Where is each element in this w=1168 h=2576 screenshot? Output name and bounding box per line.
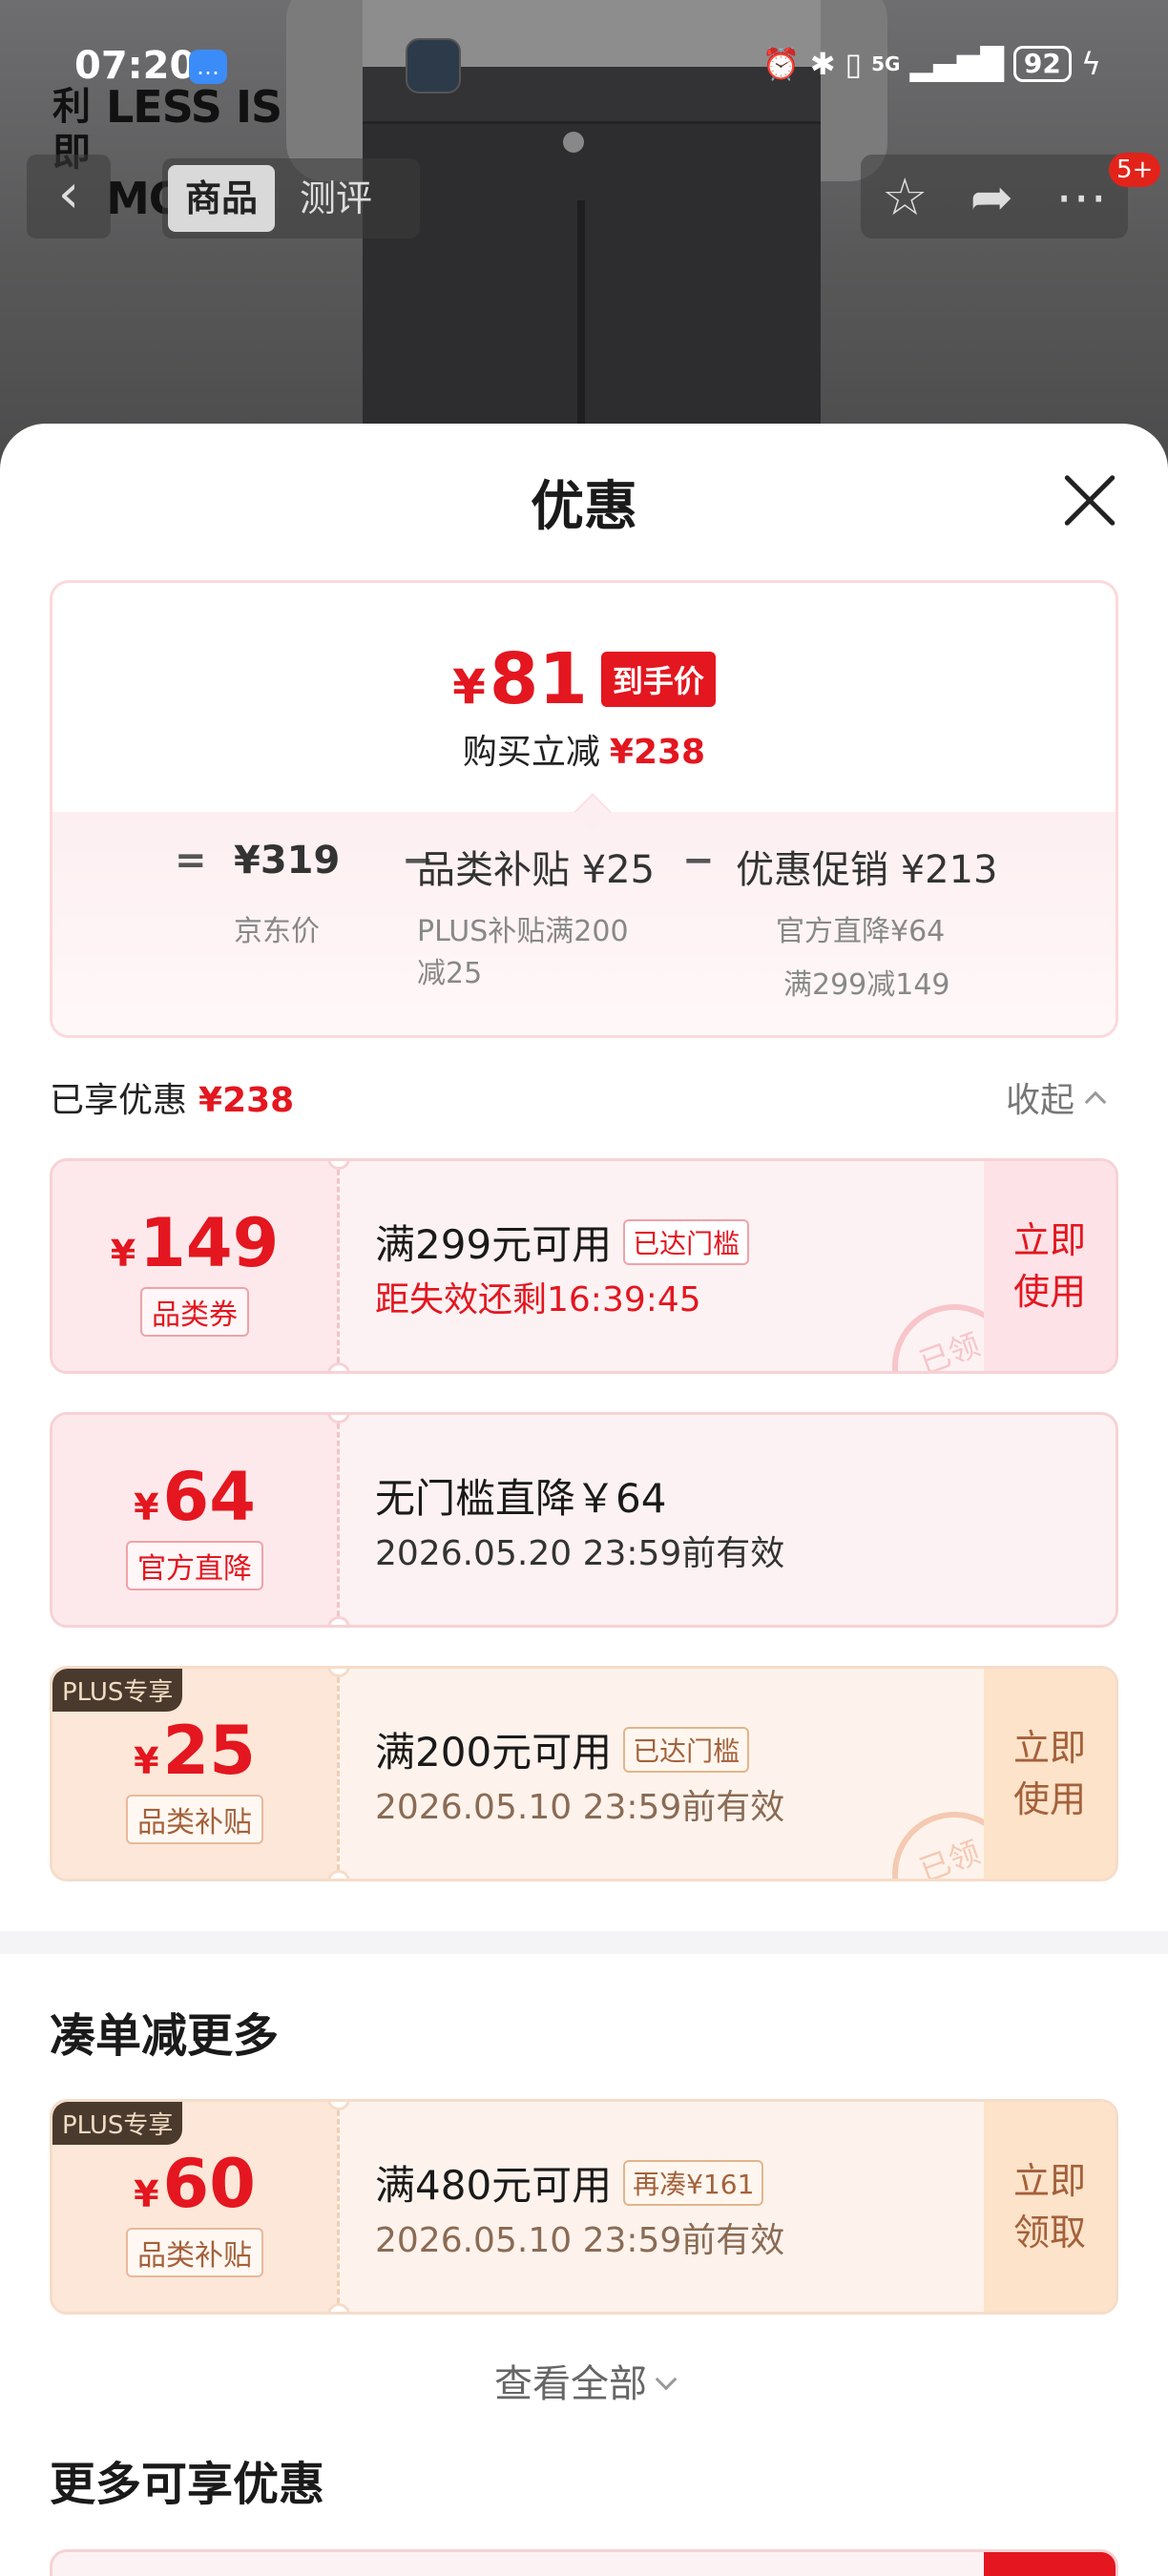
signal-icon: ▂▄▆█ (909, 46, 1004, 82)
coupon-card: ¥149 品类券 满299元可用 已达门槛 距失效还剩16:39:45 已领 立即… (50, 1158, 1118, 1374)
final-price-tag: 到手价 (600, 652, 716, 707)
model-pants (363, 67, 821, 477)
coupon-validity: 2026.05.10 23:59前有效 (375, 2221, 785, 2260)
bluetooth-icon: ✱ (809, 46, 836, 82)
coupon-type: 品类补贴 (126, 2228, 263, 2277)
battery-indicator: 92 (1012, 46, 1072, 82)
more-icon[interactable]: ⋯ (1055, 167, 1107, 227)
share-icon[interactable]: ➦ (970, 167, 1013, 227)
more-savings-title: 凑单减更多 (50, 2009, 280, 2063)
promo-desc-1: 官方直降¥64 (776, 915, 946, 948)
product-tabs: 商品 测评 (162, 158, 420, 239)
threshold-tag: 已达门槛 (623, 1727, 750, 1773)
coupon-amount: ¥25 (134, 1712, 256, 1790)
jd-price-label: 京东价 (234, 915, 320, 948)
status-bar: 07:20 … ⏰ ✱ ▯ 5G ▂▄▆█ 92 ϟ (0, 34, 1168, 101)
coupon-type: 品类券 (140, 1287, 249, 1337)
coupon-condition: 满299元可用 已达门槛 (375, 1213, 750, 1271)
tab-review[interactable]: 测评 (282, 165, 389, 232)
final-price: ¥81 (452, 638, 588, 720)
use-now-button[interactable]: 立即 使用 (984, 1669, 1116, 1879)
chevron-left-icon: ‹ (57, 163, 80, 225)
coupon-type: 官方直降 (126, 1541, 263, 1590)
back-button[interactable]: ‹ (27, 155, 111, 239)
use-now-button[interactable]: 立即 使用 (984, 1161, 1116, 1371)
coupon-amount: ¥149 (110, 1204, 280, 1282)
instant-reduction: 购买立减 ¥238 (462, 733, 706, 772)
discount-sheet: 优惠 ¥81 到手价 购买立减 ¥238 = ¥319 − 品类补贴 ¥25 − 优… (0, 424, 1168, 2576)
nav-actions: ☆ ➦ ⋯ (861, 155, 1128, 239)
coupon-condition: 满480元可用 再凑¥161 (375, 2153, 764, 2212)
price-summary-card: ¥81 到手价 购买立减 ¥238 = ¥319 − 品类补贴 ¥25 − 优惠促销… (50, 580, 1118, 1038)
chevron-down-icon (655, 2368, 678, 2391)
star-icon[interactable]: ☆ (882, 167, 928, 227)
tab-product[interactable]: 商品 (168, 165, 276, 232)
coupon-card (50, 2549, 1118, 2576)
coupon-validity: 2026.05.10 23:59前有效 (375, 1788, 785, 1827)
close-icon[interactable] (1061, 471, 1118, 529)
app-notification-icon (406, 38, 461, 93)
coupon-countdown: 距失效还剩16:39:45 (375, 1280, 701, 1319)
formula-equals: = (175, 839, 207, 883)
message-notification-icon: … (189, 50, 227, 84)
status-time: 07:20 (74, 44, 197, 88)
sheet-title: 优惠 (531, 476, 637, 538)
coupon-validity: 2026.05.20 23:59前有效 (375, 1534, 785, 1573)
threshold-tag: 已达门槛 (623, 1219, 750, 1265)
view-all-button[interactable]: 查看全部 (0, 2353, 1168, 2408)
coupon-condition: 无门槛直降￥64 (375, 1475, 667, 1522)
coupon-amount: ¥64 (134, 1458, 256, 1536)
status-icons: ⏰ ✱ ▯ 5G ▂▄▆█ 92 ϟ (762, 46, 1101, 82)
pants-button (563, 132, 584, 153)
price-formula: = ¥319 − 品类补贴 ¥25 − 优惠促销 ¥213 (52, 839, 1116, 896)
message-count-badge: 5+ (1109, 153, 1161, 187)
more-offers-title: 更多可享优惠 (50, 2458, 325, 2511)
plus-exclusive-tag: PLUS专享 (52, 1669, 183, 1712)
coupon-card: ¥64 官方直降 无门槛直降￥64 2026.05.20 23:59前有效 (50, 1412, 1118, 1628)
coupon-type: 品类补贴 (126, 1795, 263, 1844)
charging-icon: ϟ (1080, 46, 1101, 82)
signal-label: 5G (871, 52, 901, 75)
subsidy-desc-2: 减25 (417, 957, 483, 990)
promo-discount: 优惠促销 ¥213 (736, 848, 998, 892)
coupon-card: PLUS专享 ¥60 品类补贴 满480元可用 再凑¥161 2026.05.10… (50, 2099, 1118, 2315)
collapse-button[interactable]: 收起 (1006, 1072, 1107, 1122)
formula-minus-2: − (682, 839, 715, 883)
subsidy-desc-1: PLUS补贴满200 (417, 915, 629, 948)
alarm-icon: ⏰ (761, 46, 801, 82)
coupon-amount: ¥60 (134, 2145, 256, 2223)
claim-now-button[interactable]: 立即 领取 (984, 2102, 1116, 2312)
category-subsidy: 品类补贴 ¥25 (417, 848, 656, 892)
section-divider (0, 1931, 1168, 1954)
add-more-tag: 再凑¥161 (623, 2160, 764, 2206)
chevron-up-icon (1084, 1091, 1107, 1113)
plus-exclusive-tag: PLUS专享 (52, 2102, 183, 2145)
enjoyed-discount: 已享优惠 ¥238 (50, 1081, 295, 1120)
vibrate-icon: ▯ (845, 46, 863, 82)
jd-price: ¥319 (234, 839, 341, 883)
coupon-card: PLUS专享 ¥25 品类补贴 满200元可用 已达门槛 2026.05.10 2… (50, 1666, 1118, 1881)
coupon-condition: 满200元可用 已达门槛 (375, 1720, 750, 1778)
promo-desc-2: 满299减149 (783, 968, 950, 1002)
